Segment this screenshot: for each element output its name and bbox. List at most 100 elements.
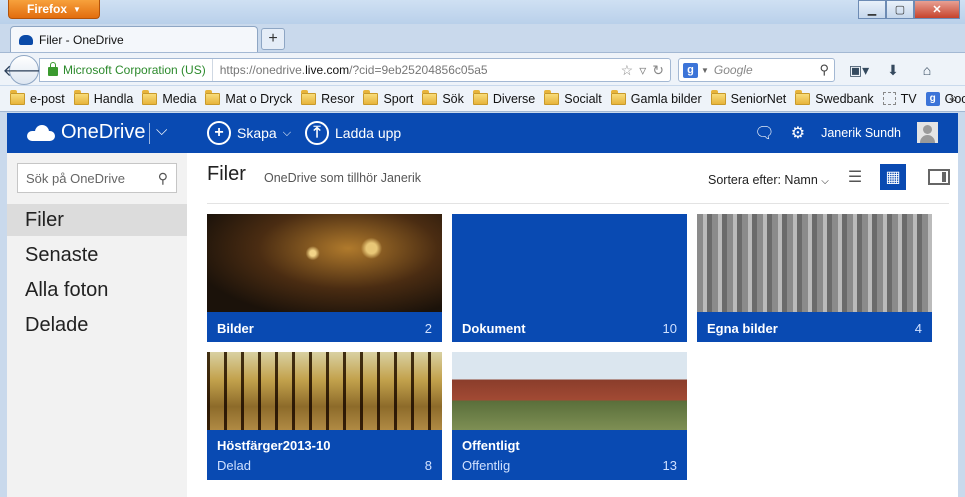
reload-icon[interactable]: ↻ [652,62,664,79]
view-switcher: ☰ ▦ [842,164,950,190]
upload-button[interactable]: ⤒ Ladda upp [305,121,401,145]
bookmark-label: Sök [442,91,464,106]
nav-item-label: Delade [25,313,89,336]
folder-count: 4 [914,321,922,336]
browser-tab-onedrive[interactable]: Filer - OneDrive [10,26,258,52]
bookmark-item[interactable]: Diverse [472,89,536,106]
search-icon[interactable]: ⚲ [819,62,834,78]
brand-name: OneDrive [61,121,146,143]
search-bar[interactable]: g ▼ Google ⚲ [678,58,835,82]
bookmark-item[interactable]: Sport [363,89,414,106]
folder-tile-hostfarger[interactable]: Höstfärger2013-10 Delad 8 [207,352,442,480]
url-prefix: https://onedrive. [219,63,306,77]
bookmark-item[interactable]: Socialt [544,89,602,106]
folder-tile-egna-bilder[interactable]: Egna bilder 4 [697,214,932,342]
url-text[interactable]: https://onedrive.live.com/?cid=9eb252048… [213,63,621,77]
bookmark-item[interactable]: SeniorNet [710,89,786,106]
new-tab-button[interactable]: + [261,28,285,50]
bookmark-label: Media [162,91,197,106]
bookmark-item[interactable]: Resor [301,89,355,106]
folder-icon [73,89,89,105]
folder-icon [544,89,560,105]
folder-count: 13 [662,458,677,473]
maximize-button[interactable]: ▢ [886,0,914,19]
bookmarks-menu-icon[interactable]: ▣▾ [845,59,873,81]
folder-sharing-status: Offentlig [462,458,511,473]
bookmark-item[interactable]: Mat o Dryck [205,89,292,106]
bookmark-item[interactable]: gGoogle [925,91,965,106]
download-icon[interactable]: ⬇ [879,59,907,81]
home-icon[interactable]: ⌂ [913,59,941,81]
folder-icon [363,89,379,105]
nav-item-filer[interactable]: Filer [7,204,187,236]
folder-icon [422,89,438,105]
bookmark-item[interactable]: TV [882,92,917,106]
avatar[interactable] [917,122,938,143]
folder-count: 10 [662,321,677,336]
sort-dropdown[interactable]: Sortera efter: Namn ⌵ [708,173,829,187]
bookmark-item[interactable]: Media [142,89,197,106]
bookmark-label: Sport [383,91,414,106]
create-label: Skapa [237,125,277,141]
folder-tile-dokument[interactable]: Dokument 10 [452,214,687,342]
bookmark-item[interactable]: Sök [422,89,464,106]
search-placeholder: Google [713,63,753,77]
firefox-menu-button[interactable]: Firefox ▼ [8,0,100,19]
page-subtitle: OneDrive som tillhör Janerik [264,171,421,185]
user-name[interactable]: Janerik Sundh [821,126,901,140]
bookmark-item[interactable]: Swedbank [795,89,874,106]
chevron-down-icon: ⌵ [282,126,292,139]
app-switcher-chevron-icon[interactable]: ⌵ [156,122,167,139]
navigation-toolbar: 🡐 Microsoft Corporation (US) https://one… [0,52,965,85]
folder-name: Offentligt [462,438,520,453]
onedrive-logo[interactable]: OneDrive [27,121,145,144]
nav-item-delade[interactable]: Delade [7,309,187,341]
nav-tools: ▣▾ ⬇ ⌂ [845,59,941,81]
details-pane-icon[interactable] [928,169,950,185]
folder-icon [710,89,726,105]
page-title: Filer [207,163,246,185]
bookmark-item[interactable]: Gamla bilder [610,89,702,106]
bookmark-star-icon[interactable]: ☆ [621,62,634,79]
lock-icon [48,62,58,76]
back-button[interactable]: 🡐 [3,55,45,85]
folder-tile-bilder[interactable]: Bilder 2 [207,214,442,342]
url-bar[interactable]: Microsoft Corporation (US) https://onedr… [39,58,671,82]
sort-label: Sortera efter: Namn [708,173,818,187]
history-dropdown-icon[interactable]: ▿ [639,62,646,79]
onedrive-body: Sök på OneDrive ⚲ Filer Senaste Alla fot… [7,153,958,497]
folder-name: Egna bilder [707,321,778,336]
header-user-area: 🗨 ⚙ Janerik Sundh [754,122,938,143]
bookmark-label: Diverse [492,91,536,106]
cloud-icon [27,124,55,141]
bookmark-item[interactable]: Handla [73,89,134,106]
create-button[interactable]: + Skapa ⌵ [207,121,291,145]
more-bookmarks-icon[interactable]: » [950,91,957,105]
close-window-button[interactable]: ✕ [914,0,960,19]
feedback-icon[interactable]: 🗨 [754,123,774,143]
window-controls: ▁ ▢ ✕ [858,0,960,19]
search-icon[interactable]: ⚲ [158,170,176,187]
list-view-icon[interactable]: ☰ [842,164,868,190]
folder-tile-offentligt[interactable]: Offentligt Offentlig 13 [452,352,687,480]
google-icon[interactable]: g [683,62,698,78]
bookmark-label: Resor [321,91,355,106]
folder-thumbnail [452,352,687,430]
minimize-button[interactable]: ▁ [858,0,886,19]
folder-icon [10,89,25,105]
chevron-down-icon[interactable]: ▼ [701,66,709,75]
chevron-down-icon: ⌵ [821,176,829,187]
folder-count: 8 [424,458,432,473]
nav-item-label: Filer [25,208,64,231]
bookmark-item[interactable]: e-post [10,89,65,106]
folder-thumbnail [207,214,442,312]
site-identity[interactable]: Microsoft Corporation (US) [40,59,213,81]
tile-view-icon[interactable]: ▦ [880,164,906,190]
nav-item-alla-foton[interactable]: Alla foton [7,274,187,306]
bookmark-label: e-post [30,91,65,106]
nav-item-senaste[interactable]: Senaste [7,239,187,271]
search-placeholder: Sök på OneDrive [26,170,125,186]
gear-icon[interactable]: ⚙ [791,123,805,143]
bookmark-label: Handla [93,91,134,106]
onedrive-search-input[interactable]: Sök på OneDrive ⚲ [17,163,177,193]
